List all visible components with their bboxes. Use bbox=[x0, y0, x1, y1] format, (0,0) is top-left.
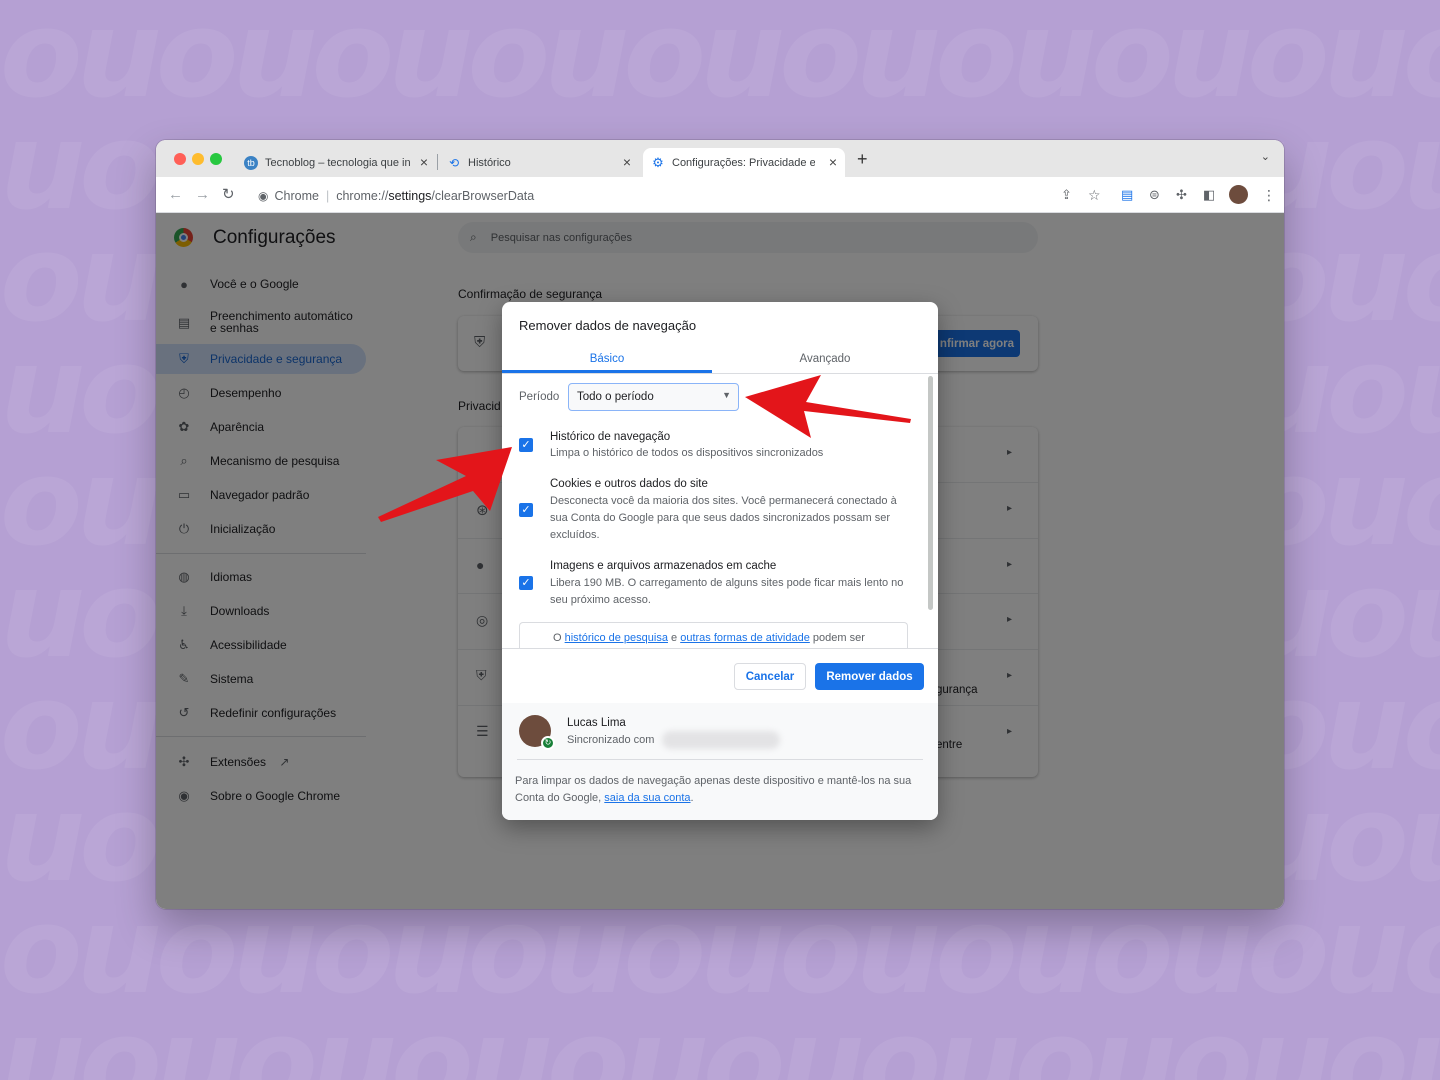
annotation-arrows bbox=[378, 375, 911, 522]
arrow-to-period-select bbox=[745, 375, 911, 438]
arrow-to-history-checkbox bbox=[378, 447, 512, 522]
